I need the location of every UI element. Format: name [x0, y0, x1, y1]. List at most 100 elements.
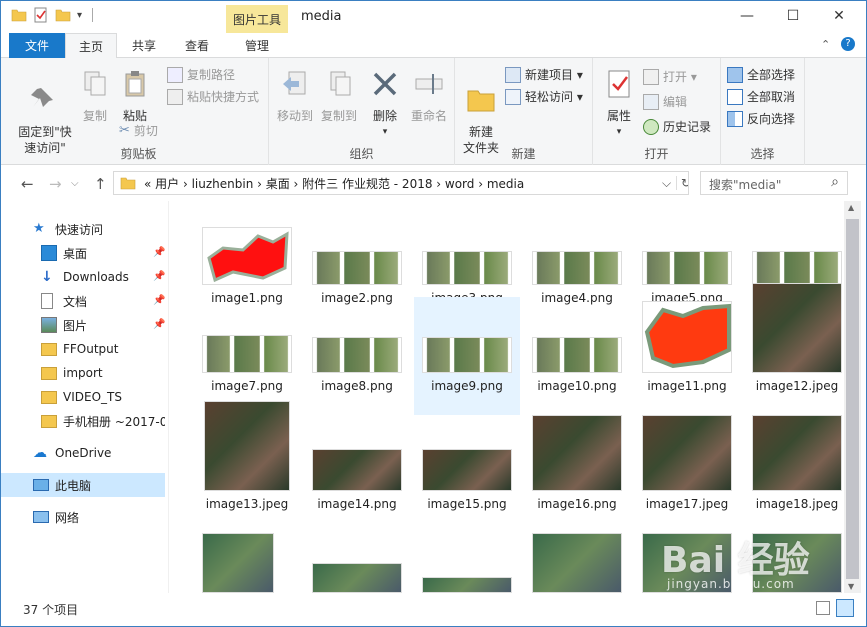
sidebar-item-quick-access[interactable]: ★ 快速访问 — [1, 217, 165, 241]
cut-button[interactable]: ✂ 剪切 — [119, 122, 158, 139]
easy-access-icon — [505, 88, 521, 105]
file-item[interactable]: image12.jpeg — [744, 283, 844, 415]
sidebar-label: Downloads — [63, 270, 129, 284]
copy-path-button[interactable]: 复制路径 — [167, 66, 235, 83]
new-folder-button[interactable]: 新建 文件夹 — [459, 68, 503, 156]
tab-home[interactable]: 主页 — [65, 33, 117, 59]
qat-divider — [92, 8, 94, 22]
back-button[interactable]: ← — [21, 175, 34, 193]
file-item[interactable]: image16.png — [524, 415, 630, 533]
sidebar-item-downloads[interactable]: ↓ Downloads 📌 — [1, 265, 165, 289]
copy-button[interactable]: 复制 — [75, 68, 115, 124]
open-icon — [643, 68, 659, 85]
file-name: image17.jpeg — [645, 497, 729, 511]
file-thumbnail[interactable] — [312, 563, 402, 593]
sidebar-item-phone-album[interactable]: 手机相册 ~2017-02 — [1, 409, 165, 433]
minimize-button[interactable]: — — [724, 1, 770, 31]
scrollbar-thumb[interactable] — [846, 219, 859, 579]
folder-icon[interactable] — [11, 7, 27, 23]
tab-view[interactable]: 查看 — [171, 33, 223, 58]
file-thumbnail[interactable] — [422, 577, 512, 593]
copy-to-button[interactable]: 复制到 — [317, 68, 361, 124]
pin-icon[interactable]: 📌 — [153, 271, 165, 282]
scroll-down-icon[interactable]: ▼ — [848, 582, 854, 591]
file-item[interactable]: image14.png — [304, 415, 410, 533]
easy-access-button[interactable]: 轻松访问 ▾ — [505, 88, 583, 105]
search-input[interactable]: 搜索"media" ⌕ — [700, 171, 848, 195]
sidebar-item-documents[interactable]: 文档 📌 — [1, 289, 165, 313]
file-item[interactable]: image17.jpeg — [634, 415, 740, 533]
sidebar-item-ffoutput[interactable]: FFOutput — [1, 337, 165, 361]
tab-file[interactable]: 文件 — [9, 33, 65, 58]
open-button[interactable]: 打开 ▾ — [643, 68, 697, 85]
folder-icon — [41, 390, 57, 404]
address-bar[interactable]: « 用户 › liuzhenbin › 桌面 › 附件三 作业规范 - 2018… — [113, 171, 689, 195]
delete-button[interactable]: 删除 ▾ — [365, 68, 405, 140]
close-button[interactable]: ✕ — [816, 1, 862, 31]
paste-button[interactable]: 粘贴 — [115, 68, 155, 124]
file-item[interactable]: image8.png — [304, 297, 410, 415]
sidebar-item-pictures[interactable]: 图片 📌 — [1, 313, 165, 337]
sidebar-item-video-ts[interactable]: VIDEO_TS — [1, 385, 165, 409]
sidebar-item-network[interactable]: 网络 — [1, 505, 165, 529]
maximize-button[interactable]: ☐ — [770, 1, 816, 31]
file-item[interactable]: image13.jpeg — [194, 401, 300, 533]
up-button[interactable]: ↑ — [94, 175, 107, 193]
copy-path-label: 复制路径 — [187, 68, 236, 82]
network-icon — [33, 511, 49, 523]
edit-button[interactable]: 编辑 — [643, 93, 687, 110]
pin-icon[interactable]: 📌 — [153, 247, 165, 258]
tab-share[interactable]: 共享 — [119, 33, 169, 58]
copy-icon — [84, 71, 106, 96]
sidebar-item-this-pc[interactable]: 此电脑 — [1, 473, 165, 497]
file-thumbnail[interactable] — [202, 533, 274, 593]
ribbon: 固定到"快 速访问" 复制 粘贴 复制路径 粘贴快捷方式 ✂ 剪切 剪贴板 移动… — [1, 58, 866, 165]
vertical-scrollbar[interactable]: ▲ ▼ — [844, 201, 861, 593]
scroll-up-icon[interactable]: ▲ — [848, 203, 854, 212]
new-folder-icon[interactable] — [55, 7, 71, 23]
sidebar-item-desktop[interactable]: 桌面 📌 — [1, 241, 165, 265]
sidebar-item-onedrive[interactable]: ☁ OneDrive — [1, 441, 165, 465]
ribbon-collapse-icon[interactable]: ⌃ — [821, 38, 830, 51]
move-to-button[interactable]: 移动到 — [273, 68, 317, 124]
forward-button[interactable]: → — [49, 175, 62, 193]
new-item-button[interactable]: 新建项目 ▾ — [505, 66, 583, 83]
tab-manage[interactable]: 管理 — [227, 33, 287, 58]
sidebar-item-import[interactable]: import — [1, 361, 165, 385]
pin-quick-access-button[interactable]: 固定到"快 速访问" — [13, 68, 77, 156]
help-icon[interactable]: ? — [841, 37, 855, 51]
file-item[interactable]: image9.png — [414, 297, 520, 415]
file-item[interactable]: image15.png — [414, 415, 520, 533]
file-item[interactable]: image10.png — [524, 297, 630, 415]
file-item[interactable]: image11.png — [634, 297, 740, 415]
file-item[interactable]: image18.jpeg — [744, 415, 844, 533]
recent-locations-icon[interactable]: ⌵ — [71, 178, 79, 189]
properties-dropdown-icon[interactable]: ▾ — [599, 124, 639, 140]
open-group-label: 打开 — [644, 147, 669, 161]
refresh-button[interactable]: ↻ — [676, 176, 688, 190]
file-thumbnail[interactable] — [532, 533, 622, 593]
paste-shortcut-button[interactable]: 粘贴快捷方式 — [167, 88, 259, 105]
pin-icon[interactable]: 📌 — [153, 319, 165, 330]
select-none-icon — [727, 88, 743, 105]
select-all-button[interactable]: 全部选择 — [727, 66, 795, 83]
details-view-icon[interactable] — [816, 601, 830, 615]
search-icon[interactable]: ⌕ — [831, 174, 839, 190]
rename-button[interactable]: 重命名 — [407, 68, 451, 124]
window-title: media — [301, 9, 342, 24]
qat-dropdown-icon[interactable]: ▾ — [77, 10, 82, 21]
breadcrumb[interactable]: « 用户 › liuzhenbin › 桌面 › 附件三 作业规范 - 2018… — [144, 175, 524, 192]
properties-button[interactable]: 属性 ▾ — [599, 68, 639, 140]
delete-dropdown-icon[interactable]: ▾ — [365, 124, 405, 140]
history-button[interactable]: 历史记录 — [643, 118, 711, 135]
select-all-icon — [727, 66, 743, 83]
address-dropdown-icon[interactable]: ⌵ — [662, 176, 671, 191]
properties-check-icon[interactable] — [33, 7, 49, 23]
file-thumbnail — [642, 415, 732, 491]
file-item[interactable]: image7.png — [194, 297, 300, 415]
large-icons-view-icon[interactable] — [836, 599, 854, 617]
select-none-button[interactable]: 全部取消 — [727, 88, 795, 105]
pin-icon[interactable]: 📌 — [153, 295, 165, 306]
invert-selection-button[interactable]: 反向选择 — [727, 110, 795, 127]
scissors-icon: ✂ — [119, 123, 130, 138]
